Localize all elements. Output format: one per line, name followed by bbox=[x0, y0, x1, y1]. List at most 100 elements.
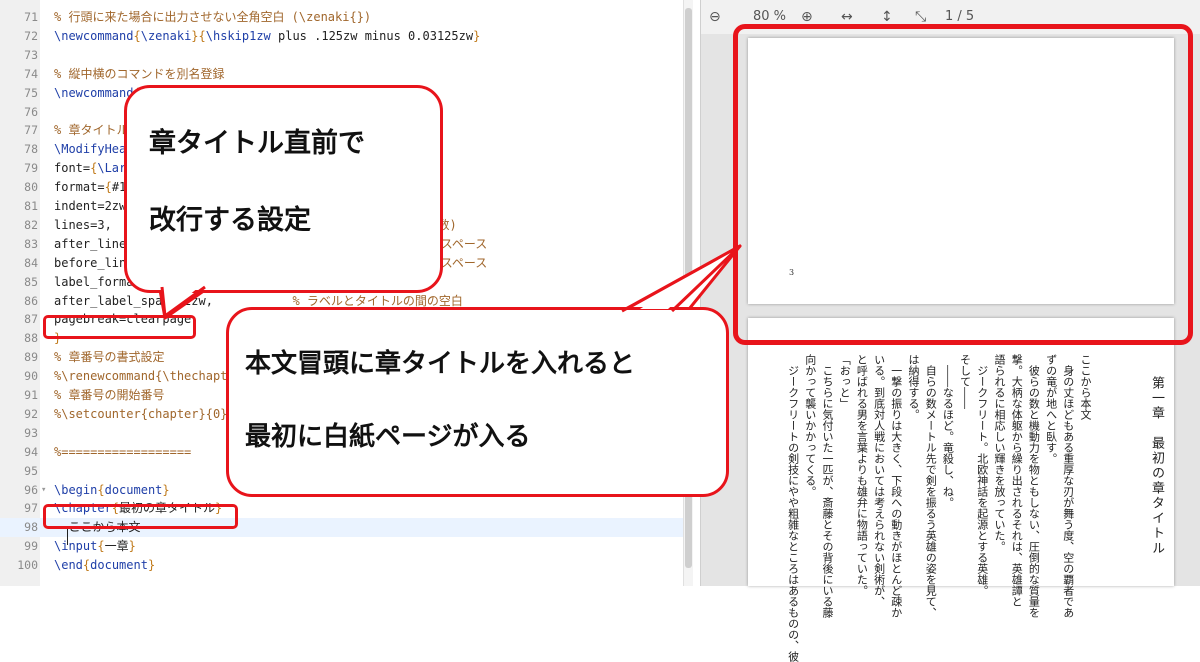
code-token: \end bbox=[54, 558, 83, 573]
callout2-line2: 最初に白紙ページが入る bbox=[245, 422, 531, 452]
code-text[interactable]: indent=2zw, bbox=[54, 197, 133, 216]
line-number: 91 bbox=[24, 388, 38, 402]
editor-scrollbar[interactable] bbox=[683, 0, 693, 586]
code-token: { bbox=[97, 482, 105, 497]
body-text-column: ずの竜が地へと臥す。 bbox=[1044, 354, 1058, 464]
body-text-column: ジークフリート。北欧神話を起源とする英雄。 bbox=[975, 365, 989, 596]
line-number: 74 bbox=[24, 66, 38, 81]
line-number: 78 bbox=[24, 142, 38, 157]
body-text-column: ジークフリートの剣技にやや粗雑なところはあるものの、彼 bbox=[786, 365, 800, 662]
code-token: } bbox=[147, 558, 156, 573]
line-number: 76 bbox=[24, 104, 38, 119]
code-token: \input bbox=[54, 539, 98, 554]
code-text[interactable]: %\setcounter{chapter}{0} bbox=[54, 405, 227, 424]
body-text-column: は納得する。 bbox=[907, 354, 920, 420]
line-number: 87 bbox=[24, 312, 38, 327]
code-token: { bbox=[97, 539, 105, 554]
code-line[interactable]: 73 bbox=[0, 46, 692, 65]
code-text[interactable]: \newcommand{\zenaki}{\hskip1zw plus .125… bbox=[54, 27, 480, 46]
code-token: { bbox=[133, 28, 141, 43]
body-text-column: 彼らの数と機動力を物ともしない、圧倒的な質量を bbox=[1027, 365, 1041, 618]
code-token: % 章番号の書式設定 bbox=[54, 350, 165, 365]
line-number: 95 bbox=[24, 463, 38, 478]
line-number: 83 bbox=[24, 236, 38, 251]
line-number: 97 bbox=[24, 501, 38, 516]
fullscreen-icon[interactable]: ⤡ bbox=[915, 9, 926, 25]
code-line[interactable]: 100 \end{document} bbox=[0, 556, 692, 575]
line-number: 71 bbox=[24, 10, 38, 24]
code-token: % ラベルとタイトルの間の空白 bbox=[292, 293, 463, 308]
code-token: % 章番号の開始番号 bbox=[54, 388, 165, 402]
code-token: \begin bbox=[54, 482, 98, 497]
code-token: \newcommand bbox=[54, 28, 134, 43]
callout-blank-page-note: 本文冒頭に章タイトルを入れると 最初に白紙ページが入る bbox=[226, 307, 729, 497]
code-token: \newcommand bbox=[54, 85, 134, 100]
code-text[interactable]: \begin{document} bbox=[54, 481, 170, 500]
code-text[interactable]: %\renewcommand{\thechapter bbox=[54, 367, 242, 386]
body-text-column: 撃。大柄な体躯から繰り出されるそれは、英雄譚と bbox=[1010, 354, 1024, 607]
fold-arrow-icon[interactable]: ▾ bbox=[41, 481, 46, 500]
body-text-column: ――なるほど。竜殺し、ね。 bbox=[941, 365, 955, 508]
code-token: } bbox=[473, 28, 481, 43]
code-line[interactable]: 99 \input{一章} bbox=[0, 537, 692, 556]
code-text[interactable]: font={\Larg bbox=[54, 159, 133, 178]
code-text[interactable]: % 章タイトル bbox=[54, 121, 128, 140]
line-number: 92 bbox=[24, 406, 38, 421]
code-token: plus .125zw minus 0.03125zw bbox=[270, 28, 474, 43]
pdf-page-chapter: 第一章 最初の章タイトル ここから本文 身の丈ほどもある重厚な刃が舞う度、空の覇者… bbox=[748, 318, 1174, 662]
line-number: 86 bbox=[24, 293, 38, 308]
zoom-out-icon[interactable]: ⊖ bbox=[709, 9, 721, 25]
body-text-column: いる。到底対人戦においては考えられない剣術が、 bbox=[872, 354, 886, 607]
callout1-line1: 章タイトル直前で bbox=[149, 128, 365, 159]
line-number: 88 bbox=[24, 331, 38, 346]
code-token: % 章タイトル bbox=[54, 123, 129, 138]
code-text[interactable]: % 章番号の書式設定 bbox=[54, 348, 164, 367]
code-text[interactable]: % 行頭に来た場合に出力させない全角空白 (\zenaki{}) bbox=[54, 8, 371, 27]
code-line[interactable]: 74 % 縦中横のコマンドを別名登録 bbox=[0, 65, 692, 84]
line-number: 99 bbox=[24, 539, 38, 554]
code-line[interactable]: 72 \newcommand{\zenaki}{\hskip1zw plus .1… bbox=[0, 27, 692, 46]
code-token: { bbox=[104, 180, 112, 195]
zoom-in-icon[interactable]: ⊕ bbox=[801, 9, 813, 25]
line-number: 96 bbox=[24, 482, 38, 497]
code-token: } bbox=[162, 482, 170, 497]
line-number: 89 bbox=[24, 350, 38, 365]
chapter-heading: 第一章 最初の章タイトル bbox=[1149, 376, 1164, 556]
fit-width-icon[interactable]: ↔ bbox=[841, 9, 853, 25]
code-token: } bbox=[128, 539, 136, 554]
highlight-blank-page bbox=[733, 24, 1193, 345]
code-text[interactable]: % 章番号の開始番号 bbox=[54, 386, 164, 405]
code-token: indent=2zw, bbox=[54, 199, 134, 213]
line-number: 82 bbox=[24, 217, 38, 232]
code-token: format= bbox=[54, 180, 105, 195]
code-token: \ModifyHead bbox=[54, 142, 134, 157]
line-number: 75 bbox=[24, 85, 38, 100]
body-text-column: 自らの数メートル先で剣を振るう英雄の姿を見て、 bbox=[924, 365, 938, 618]
line-number: 77 bbox=[24, 123, 38, 138]
code-text[interactable]: %================== bbox=[54, 443, 191, 462]
callout1-line2: 改行する設定 bbox=[149, 205, 311, 236]
line-number: 94 bbox=[24, 444, 38, 459]
line-number: 80 bbox=[24, 180, 38, 195]
line-number: 85 bbox=[24, 274, 38, 289]
code-text[interactable]: \ModifyHead bbox=[54, 140, 133, 159]
line-number: 84 bbox=[24, 255, 38, 270]
callout-chapter-setting: 章タイトル直前で 改行する設定 bbox=[124, 85, 443, 293]
fit-height-icon[interactable]: ↕ bbox=[881, 9, 893, 25]
line-number: 73 bbox=[24, 47, 38, 62]
page-indicator: 1 / 5 bbox=[945, 9, 975, 24]
code-token: \zenaki bbox=[140, 28, 192, 43]
code-text[interactable]: \end{document} bbox=[54, 556, 155, 575]
body-text-column: と呼ばれる男を言葉よりも雄弁に物語っていた。 bbox=[855, 354, 869, 596]
code-text[interactable]: % 縦中横のコマンドを別名登録 bbox=[54, 65, 224, 84]
line-number: 72 bbox=[24, 28, 38, 43]
body-text-column: 語られるに相応しい輝きを放っていた。 bbox=[993, 354, 1006, 552]
code-token: document bbox=[104, 482, 163, 497]
code-token: %================== bbox=[54, 444, 192, 459]
line-number: 93 bbox=[24, 425, 38, 440]
code-token: %\setcounter{chapter}{0} bbox=[54, 406, 228, 421]
body-text-column: ここから本文 bbox=[1079, 354, 1092, 420]
code-line[interactable]: 71 % 行頭に来た場合に出力させない全角空白 (\zenaki{}) bbox=[0, 8, 692, 27]
line-number: 79 bbox=[24, 161, 38, 176]
